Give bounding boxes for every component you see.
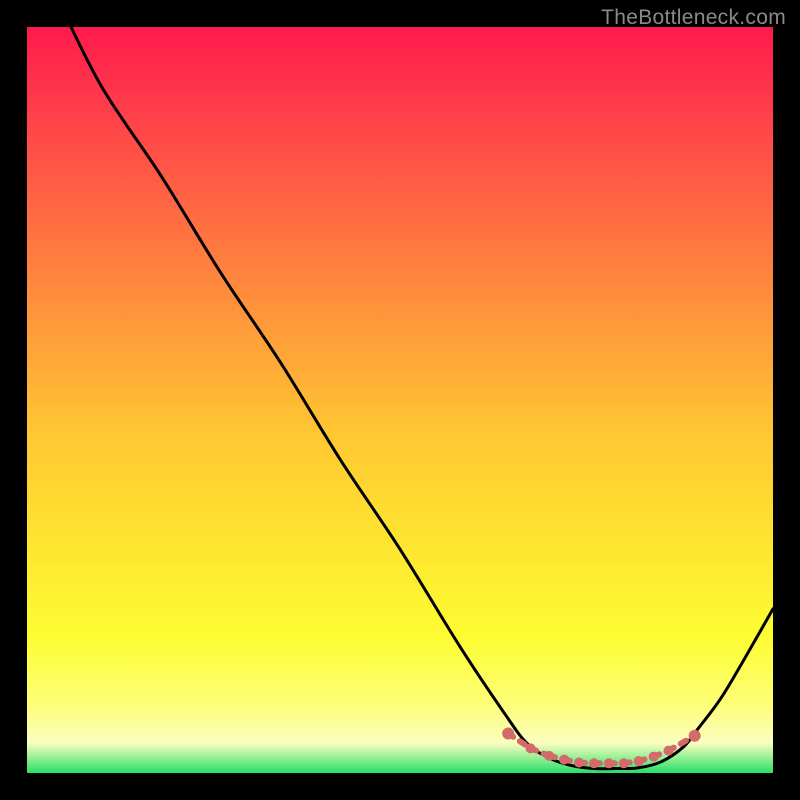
best-fit-markers — [502, 727, 700, 768]
marker-dot — [689, 730, 701, 742]
marker-dot — [559, 755, 569, 765]
watermark-text: TheBottleneck.com — [601, 6, 786, 30]
marker-dot — [664, 746, 674, 756]
marker-dot — [649, 752, 659, 762]
marker-dot — [544, 751, 554, 761]
bottleneck-curve — [57, 0, 773, 769]
chart-area — [27, 27, 773, 773]
marker-dot — [526, 743, 536, 753]
marker-dot — [502, 727, 514, 739]
marker-dot — [604, 758, 614, 768]
marker-dot — [619, 758, 629, 768]
marker-dot — [574, 758, 584, 768]
marker-dot — [634, 756, 644, 766]
marker-dot — [589, 758, 599, 768]
bottleneck-chart — [27, 27, 773, 773]
